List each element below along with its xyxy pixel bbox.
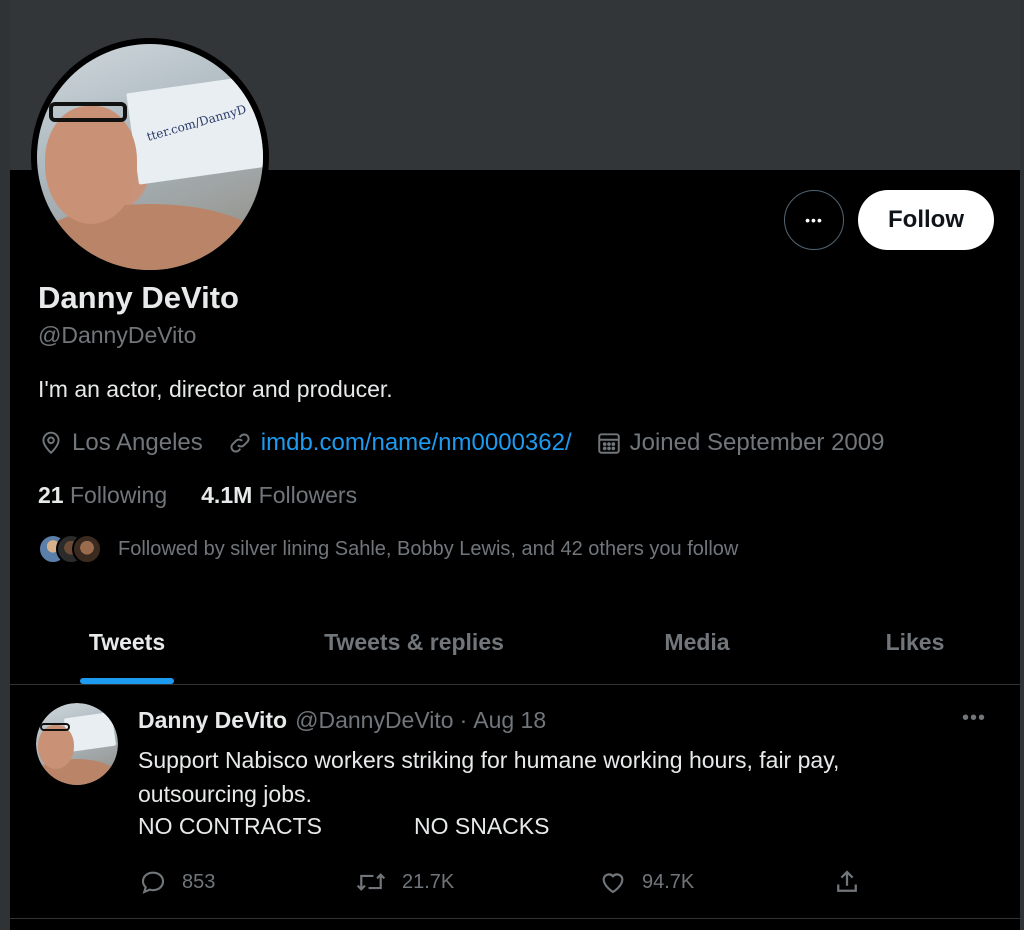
- followed-by-avatars: [38, 534, 102, 564]
- tab-media[interactable]: Media: [584, 600, 810, 684]
- tweet-caps-line: NO CONTRACTS NO SNACKS: [138, 811, 958, 841]
- followers-count-link[interactable]: 4.1M Followers: [201, 482, 357, 509]
- tweet-separator: ·: [459, 707, 468, 733]
- profile-location: Los Angeles: [38, 429, 203, 457]
- link-icon: [230, 433, 250, 453]
- profile-handle: @DannyDeVito: [38, 322, 197, 348]
- tab-tweets[interactable]: Tweets: [10, 600, 244, 684]
- following-count: 21: [38, 482, 64, 508]
- tweet-line: outsourcing jobs.: [138, 781, 312, 807]
- tweet-author-name[interactable]: Danny DeVito: [138, 707, 287, 734]
- followed-by-text: Followed by silver lining Sahle, Bobby L…: [118, 537, 739, 560]
- followers-label: Followers: [258, 482, 358, 508]
- profile-avatar[interactable]: tter.com/DannyD: [31, 38, 269, 276]
- like-icon: [602, 873, 624, 894]
- tab-label: Tweets: [88, 628, 166, 655]
- window-right-edge: [1020, 0, 1024, 930]
- tab-label: Tweets & replies: [324, 628, 504, 655]
- tab-label: Likes: [885, 628, 945, 655]
- tweet-date[interactable]: Aug 18: [473, 707, 546, 734]
- following-count-link[interactable]: 21 Following: [38, 482, 167, 509]
- followed-by[interactable]: Followed by silver lining Sahle, Bobby L…: [38, 534, 738, 564]
- retweet-button[interactable]: 21.7K: [354, 865, 454, 899]
- tweet[interactable]: Danny DeVito @DannyDeVito · Aug 18 ••• S…: [10, 685, 1020, 918]
- website-link[interactable]: imdb.com/name/nm0000362/: [261, 429, 572, 457]
- joined-text: Joined September 2009: [629, 429, 885, 456]
- more-options-button[interactable]: •••: [784, 190, 844, 250]
- window-left-edge: [0, 0, 10, 930]
- profile-counts: 21 Following 4.1M Followers: [38, 482, 391, 509]
- tweet-actions: 853 21.7K 94.7K: [138, 865, 878, 899]
- tab-label: Media: [664, 628, 730, 655]
- retweet-icon: [356, 873, 386, 891]
- profile-tabs: Tweets Tweets & replies Media Likes: [10, 600, 1020, 684]
- tweet-line: Support Nabisco workers striking for hum…: [138, 747, 840, 773]
- follow-button[interactable]: Follow: [858, 190, 994, 250]
- tweet-divider: [10, 918, 1020, 919]
- reply-button[interactable]: 853: [138, 865, 215, 899]
- mini-avatar: [72, 534, 102, 564]
- tweet-caps-right: NO SNACKS: [414, 813, 550, 839]
- tab-tweets-replies[interactable]: Tweets & replies: [244, 600, 584, 684]
- reply-icon: [141, 871, 165, 894]
- profile-website[interactable]: imdb.com/name/nm0000362/: [227, 429, 572, 457]
- location-text: Los Angeles: [72, 429, 203, 456]
- tab-likes[interactable]: Likes: [810, 600, 1020, 684]
- profile-joined: Joined September 2009: [596, 429, 885, 457]
- tweet-text: Support Nabisco workers striking for hum…: [138, 743, 958, 841]
- retweet-count: 21.7K: [402, 870, 455, 893]
- following-label: Following: [69, 482, 168, 508]
- share-icon: [837, 870, 857, 892]
- share-button[interactable]: [832, 865, 876, 899]
- tweet-avatar[interactable]: [36, 703, 118, 785]
- more-horizontal-icon: •••: [805, 212, 823, 228]
- like-count: 94.7K: [642, 870, 695, 893]
- tweet-caps-left: NO CONTRACTS: [138, 813, 322, 839]
- tweet-header: Danny DeVito @DannyDeVito · Aug 18: [138, 707, 546, 734]
- location-icon: [42, 431, 60, 455]
- profile-meta: Los Angeles imdb.com/name/nm0000362/ Joi…: [38, 428, 908, 458]
- avatar-photo: tter.com/DannyD: [37, 44, 263, 270]
- reply-count: 853: [182, 870, 216, 893]
- tweet-author-handle[interactable]: @DannyDeVito: [295, 707, 453, 734]
- like-button[interactable]: 94.7K: [598, 865, 694, 899]
- tweet-more-icon[interactable]: •••: [962, 707, 986, 730]
- profile-display-name: Danny DeVito: [38, 280, 239, 315]
- calendar-icon: [597, 433, 620, 454]
- profile-bio: I'm an actor, director and producer.: [38, 376, 393, 402]
- followers-count: 4.1M: [201, 482, 253, 508]
